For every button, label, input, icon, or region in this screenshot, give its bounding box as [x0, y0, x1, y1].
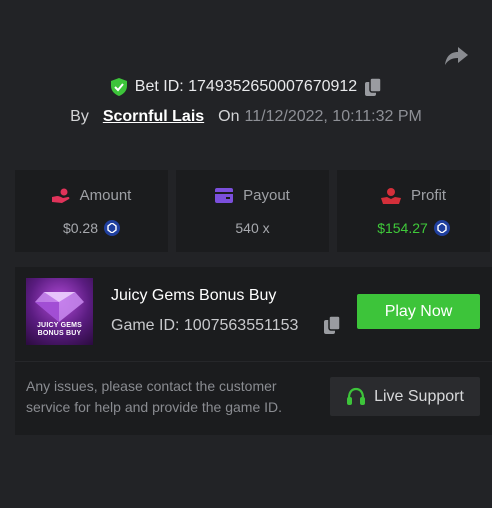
stat-profit-value: $154.27	[377, 220, 428, 236]
stat-payout-label: Payout	[243, 187, 290, 204]
headset-icon	[347, 387, 366, 405]
verified-shield-icon	[110, 78, 127, 96]
help-text: Any issues, please contact the customer …	[26, 378, 283, 415]
username-link[interactable]: Scornful Lais	[103, 108, 204, 126]
game-thumbnail[interactable]: JUICY GEMS BONUS BUY	[26, 278, 93, 345]
bet-stats: Amount $0.28 Payout 540 x Profit $154.27	[15, 170, 492, 252]
live-support-button[interactable]: Live Support	[330, 377, 480, 416]
bet-meta-row: By Scornful Lais On 11/12/2022, 10:11:32…	[0, 108, 492, 126]
bet-datetime: 11/12/2022, 10:11:32 PM	[244, 108, 422, 125]
stat-amount-value: $0.28	[62, 220, 99, 236]
bet-id-row: Bet ID: 1749352650007670912	[0, 78, 492, 96]
profit-icon	[380, 187, 401, 204]
copy-icon[interactable]	[365, 78, 382, 96]
game-title: Juicy Gems Bonus Buy	[111, 287, 277, 304]
hand-coin-icon	[51, 188, 70, 203]
share-icon[interactable]	[443, 44, 469, 68]
stat-amount: Amount $0.28	[15, 170, 168, 252]
live-support-label: Live Support	[374, 387, 464, 405]
stat-profit-label: Profit	[410, 187, 446, 204]
game-card: JUICY GEMS BONUS BUY Juicy Gems Bonus Bu…	[15, 267, 492, 435]
stat-payout: Payout 540 x	[176, 170, 329, 252]
by-label: By	[70, 108, 89, 125]
wallet-icon	[215, 188, 234, 203]
copy-game-id-icon[interactable]	[324, 316, 340, 334]
play-now-button[interactable]: Play Now	[357, 294, 480, 329]
bet-id: Bet ID: 1749352650007670912	[134, 78, 358, 95]
stat-payout-value: 540 x	[235, 220, 270, 236]
stat-profit: Profit $154.27	[337, 170, 490, 252]
game-id: Game ID: 1007563551153	[111, 317, 299, 334]
stat-amount-label: Amount	[79, 187, 132, 204]
thumb-title-line1: JUICY GEMS	[36, 322, 83, 329]
currency-coin-icon	[104, 220, 121, 236]
thumb-title-line2: BONUS BUY	[37, 330, 82, 337]
on-label: On	[218, 108, 240, 125]
divider	[15, 361, 492, 362]
currency-coin-icon	[433, 220, 450, 236]
